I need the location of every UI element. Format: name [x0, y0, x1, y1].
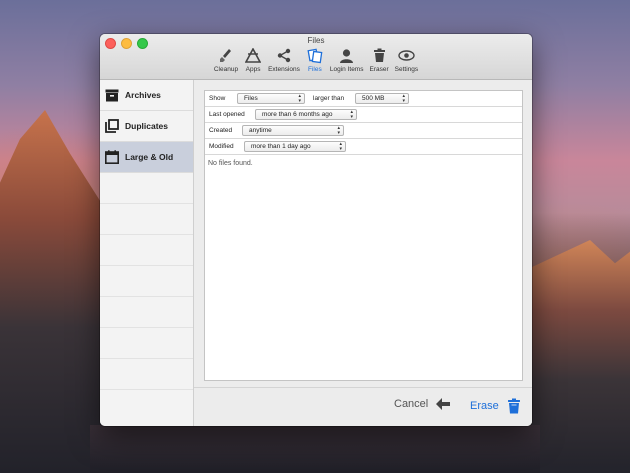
select-value: anytime [249, 127, 272, 134]
updown-arrows-icon: ▴ ▾ [298, 93, 301, 104]
settings-icon [397, 47, 415, 64]
action-bar: Cancel Erase [194, 387, 532, 426]
duplicates-icon [105, 119, 119, 133]
erase-label: Erase [470, 400, 499, 412]
filter-row-modified: Modified more than 1 day ago ▴ ▾ [205, 139, 522, 155]
toolbar: Cleanup Apps Extensions Files Login Item… [100, 47, 532, 73]
toolbar-files[interactable]: Files [303, 47, 327, 73]
select-value: Files [244, 95, 258, 102]
last-opened-label: Last opened [209, 111, 245, 118]
sidebar: Archives Duplicates Large & Old [100, 80, 194, 426]
cancel-button[interactable]: Cancel [394, 398, 451, 410]
wallpaper-mountain-left [0, 110, 100, 473]
cancel-label: Cancel [394, 398, 429, 410]
share-icon [275, 47, 293, 64]
calendar-icon [105, 150, 119, 164]
size-select[interactable]: 500 MB ▴ ▾ [355, 93, 409, 104]
sidebar-item-label: Archives [125, 90, 161, 100]
arrow-left-icon [436, 398, 451, 410]
erase-button[interactable]: Erase [470, 398, 521, 414]
archive-icon [105, 88, 119, 102]
sidebar-item-duplicates[interactable]: Duplicates [100, 111, 193, 142]
toolbar-eraser[interactable]: Eraser [366, 47, 391, 73]
sidebar-item-large-and-old[interactable]: Large & Old [100, 142, 193, 173]
toolbar-label: Cleanup [213, 66, 239, 73]
toolbar-label: Eraser [369, 66, 389, 73]
titlebar: Files Cleanup Apps Extensions Files Logi… [100, 34, 532, 80]
toolbar-label: Settings [394, 66, 419, 73]
sidebar-item-label: Large & Old [125, 152, 174, 162]
toolbar-label: Extensions [268, 66, 300, 73]
created-label: Created [209, 127, 233, 134]
updown-arrows-icon: ▴ ▾ [402, 93, 405, 104]
window-title: Files [307, 36, 325, 45]
toolbar-label: Login Items [329, 66, 364, 73]
larger-than-label: larger than [313, 95, 345, 102]
sidebar-item-archives[interactable]: Archives [100, 80, 193, 111]
apps-icon [244, 47, 262, 64]
select-value: more than 6 months ago [262, 111, 333, 118]
sidebar-empty-row [100, 204, 193, 235]
trash-icon [507, 398, 521, 414]
filter-row-created: Created anytime ▴ ▾ [205, 123, 522, 139]
sidebar-empty-row [100, 173, 193, 204]
toolbar-label: Files [308, 66, 322, 73]
updown-arrows-icon: ▴ ▾ [337, 125, 340, 136]
sidebar-empty-row [100, 235, 193, 266]
trash-icon [370, 47, 388, 64]
created-select[interactable]: anytime ▴ ▾ [242, 125, 344, 136]
files-icon [306, 47, 324, 64]
user-icon [338, 47, 356, 64]
empty-results-message: No files found. [208, 160, 253, 167]
sidebar-item-label: Duplicates [125, 121, 168, 131]
sidebar-empty-row [100, 359, 193, 390]
files-panel: Show Files ▴ ▾ larger than 500 MB ▴ ▾ Last… [204, 90, 523, 381]
sidebar-empty-row [100, 328, 193, 359]
filter-row-last-opened: Last opened more than 6 months ago ▴ ▾ [205, 107, 522, 123]
wallpaper-mountain-right [530, 240, 630, 473]
app-window: Files Cleanup Apps Extensions Files Logi… [100, 34, 532, 426]
select-value: 500 MB [362, 95, 385, 102]
toolbar-apps[interactable]: Apps [241, 47, 265, 73]
toolbar-extensions[interactable]: Extensions [265, 47, 303, 73]
modified-select[interactable]: more than 1 day ago ▴ ▾ [244, 141, 346, 152]
last-opened-select[interactable]: more than 6 months ago ▴ ▾ [255, 109, 357, 120]
updown-arrows-icon: ▴ ▾ [339, 141, 342, 152]
updown-arrows-icon: ▴ ▾ [350, 109, 353, 120]
broom-icon [217, 47, 235, 64]
content-area: Archives Duplicates Large & Old Show Fil… [100, 80, 532, 426]
sidebar-empty-row [100, 266, 193, 297]
filter-row-show: Show Files ▴ ▾ larger than 500 MB ▴ ▾ [205, 91, 522, 107]
toolbar-settings[interactable]: Settings [392, 47, 422, 73]
wallpaper-mountain-bottom [90, 425, 540, 473]
main-panel: Show Files ▴ ▾ larger than 500 MB ▴ ▾ Last… [194, 80, 532, 426]
select-value: more than 1 day ago [251, 143, 311, 150]
toolbar-login-items[interactable]: Login Items [327, 47, 367, 73]
show-label: Show [209, 95, 226, 102]
toolbar-label: Apps [245, 66, 261, 73]
toolbar-cleanup[interactable]: Cleanup [211, 47, 241, 73]
modified-label: Modified [209, 143, 234, 150]
show-type-select[interactable]: Files ▴ ▾ [237, 93, 305, 104]
sidebar-empty-row [100, 297, 193, 328]
